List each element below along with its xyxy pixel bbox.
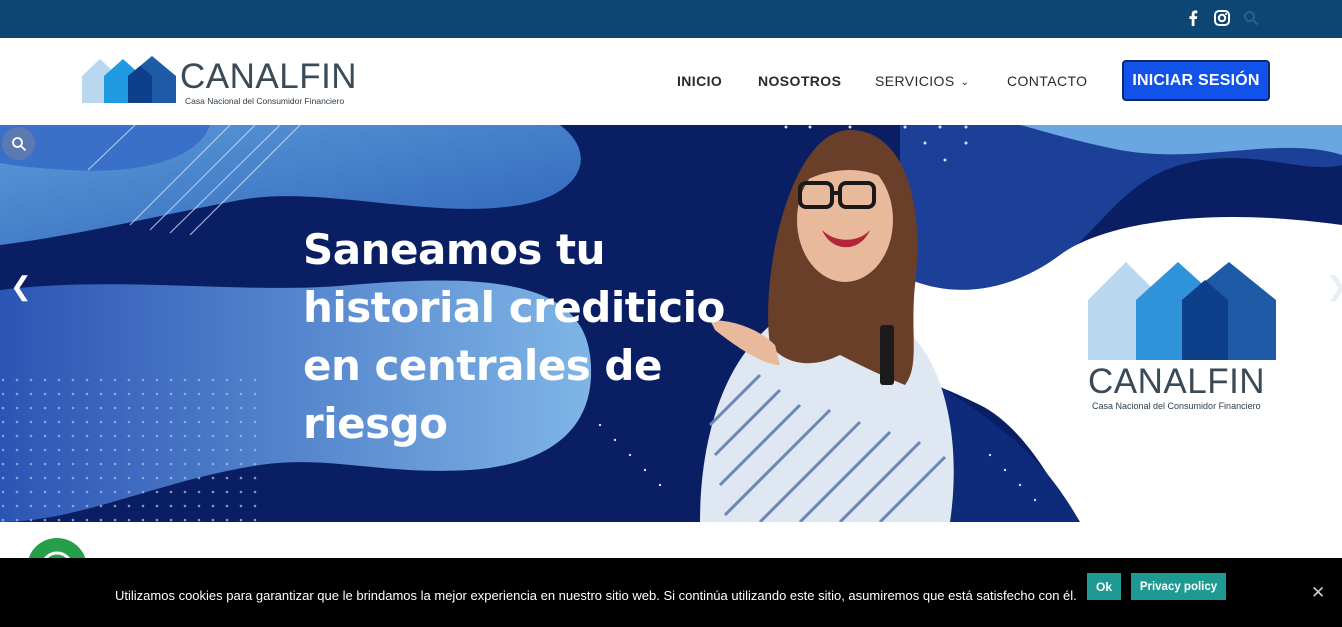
nav-contacto[interactable]: CONTACTO <box>1007 73 1087 89</box>
slider-next-arrow-icon[interactable]: ❯ <box>1326 271 1342 302</box>
hero-headline-line: Saneamos tu <box>303 225 606 274</box>
cookie-ok-button[interactable]: Ok <box>1087 573 1121 600</box>
site-header: CANALFIN Casa Nacional del Consumidor Fi… <box>0 38 1342 125</box>
nav-servicios-label: SERVICIOS <box>875 73 955 89</box>
nav-servicios[interactable]: SERVICIOS ⌄ <box>875 73 969 89</box>
search-icon[interactable] <box>1242 9 1260 27</box>
facebook-icon[interactable] <box>1184 9 1202 27</box>
hero-slider: Saneamos tu historial crediticio en cent… <box>0 125 1342 522</box>
cookie-message: Utilizamos cookies para garantizar que l… <box>115 588 1077 603</box>
hero-logo-brand: CANALFIN <box>1088 362 1266 401</box>
privacy-policy-button[interactable]: Privacy policy <box>1131 573 1226 600</box>
nav-inicio[interactable]: INICIO <box>677 73 722 89</box>
hero-headline-line: historial crediticio <box>303 283 725 332</box>
nav-nosotros[interactable]: NOSOTROS <box>758 73 841 89</box>
search-icon <box>11 136 26 151</box>
instagram-icon[interactable] <box>1213 9 1231 27</box>
chevron-down-icon: ⌄ <box>960 77 970 88</box>
hero-logo: CANALFIN Casa Nacional del Consumidor Fi… <box>1086 260 1286 420</box>
hero-headline: Saneamos tu historial crediticio en cent… <box>303 221 725 453</box>
close-icon[interactable]: ✕ <box>1311 583 1325 603</box>
cookie-banner: Utilizamos cookies para garantizar que l… <box>0 558 1342 627</box>
hero-search-button[interactable] <box>2 127 35 160</box>
logo-houses-icon <box>1088 262 1276 360</box>
hero-headline-line: en centrales de <box>303 341 662 390</box>
login-button[interactable]: INICIAR SESIÓN <box>1122 60 1270 101</box>
slider-prev-arrow-icon[interactable]: ❮ <box>10 271 32 302</box>
logo-tagline: Casa Nacional del Consumidor Financiero <box>185 96 345 106</box>
hero-logo-tagline: Casa Nacional del Consumidor Financiero <box>1092 401 1261 411</box>
social-links <box>1184 9 1260 27</box>
hero-headline-line: riesgo <box>303 399 448 448</box>
top-bar <box>0 0 1342 38</box>
